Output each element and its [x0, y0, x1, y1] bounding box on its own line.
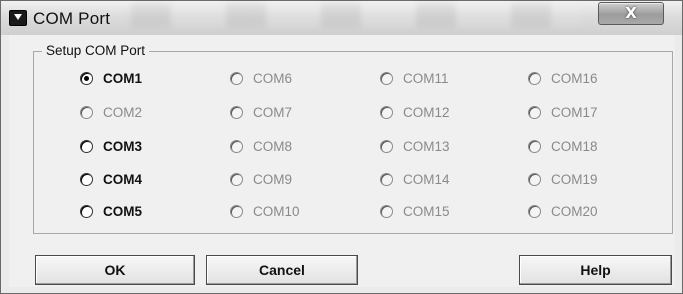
radio-com11[interactable]: COM11 — [380, 68, 449, 88]
radio-label: COM7 — [253, 104, 293, 120]
radio-indicator — [528, 172, 541, 186]
radio-label: COM13 — [403, 138, 450, 154]
radio-com17[interactable]: COM17 — [528, 102, 598, 122]
radio-com2[interactable]: COM2 — [80, 102, 142, 122]
radio-indicator — [380, 172, 393, 186]
radio-indicator — [230, 105, 243, 119]
radio-com10[interactable]: COM10 — [230, 201, 300, 221]
radio-label: COM10 — [253, 203, 300, 219]
radio-indicator — [230, 204, 243, 218]
radio-com9[interactable]: COM9 — [230, 169, 292, 189]
radio-label: COM20 — [551, 203, 598, 219]
radio-label: COM18 — [551, 138, 598, 154]
radio-label: COM9 — [253, 171, 293, 187]
radio-indicator — [230, 172, 243, 186]
radio-indicator — [528, 71, 541, 85]
radio-com7[interactable]: COM7 — [230, 102, 292, 122]
window-title: COM Port — [33, 9, 111, 28]
cancel-button[interactable]: Cancel — [206, 255, 358, 285]
radio-label: COM2 — [103, 104, 143, 120]
radio-indicator — [80, 139, 93, 153]
radio-com5[interactable]: COM5 — [80, 201, 142, 221]
radio-indicator — [380, 204, 393, 218]
radio-label: COM15 — [403, 203, 450, 219]
group-label: Setup COM Port — [42, 43, 150, 58]
dialog-body: Setup COM Port COM1 COM2 COM3 COM4 COM5 … — [9, 35, 675, 287]
radio-com4[interactable]: COM4 — [80, 169, 142, 189]
radio-indicator — [80, 204, 93, 218]
radio-indicator — [230, 139, 243, 153]
radio-indicator — [380, 71, 393, 85]
radio-com19[interactable]: COM19 — [528, 169, 598, 189]
com-port-dialog: COM Port X Setup COM Port COM1 COM2 COM3… — [0, 0, 683, 294]
radio-indicator — [230, 71, 243, 85]
radio-label: COM14 — [403, 171, 450, 187]
radio-com14[interactable]: COM14 — [380, 169, 450, 189]
radio-label: COM6 — [253, 70, 293, 86]
radio-com3[interactable]: COM3 — [80, 136, 142, 156]
radio-com20[interactable]: COM20 — [528, 201, 598, 221]
radio-com13[interactable]: COM13 — [380, 136, 450, 156]
radio-label: COM1 — [103, 70, 143, 86]
radio-com15[interactable]: COM15 — [380, 201, 450, 221]
radio-indicator — [80, 172, 93, 186]
radio-indicator — [380, 139, 393, 153]
radio-com1[interactable]: COM1 — [80, 68, 142, 88]
radio-indicator — [380, 105, 393, 119]
radio-label: COM17 — [551, 104, 598, 120]
radio-indicator — [80, 105, 93, 119]
help-button[interactable]: Help — [519, 255, 672, 285]
radio-label: COM5 — [103, 203, 143, 219]
radio-com6[interactable]: COM6 — [230, 68, 292, 88]
radio-indicator — [80, 71, 93, 85]
radio-indicator — [528, 139, 541, 153]
radio-label: COM4 — [103, 171, 143, 187]
setup-com-port-group: Setup COM Port COM1 COM2 COM3 COM4 COM5 … — [33, 43, 673, 234]
radio-com8[interactable]: COM8 — [230, 136, 292, 156]
radio-com16[interactable]: COM16 — [528, 68, 598, 88]
radio-label: COM12 — [403, 104, 450, 120]
title-bar[interactable]: COM Port X — [1, 1, 682, 35]
radio-label: COM8 — [253, 138, 293, 154]
radio-com18[interactable]: COM18 — [528, 136, 598, 156]
radio-indicator — [528, 105, 541, 119]
ok-button[interactable]: OK — [35, 255, 195, 285]
close-button[interactable]: X — [598, 2, 664, 25]
radio-com12[interactable]: COM12 — [380, 102, 450, 122]
radio-indicator — [528, 204, 541, 218]
app-icon[interactable] — [9, 10, 27, 26]
radio-label: COM3 — [103, 138, 143, 154]
radio-label: COM19 — [551, 171, 598, 187]
radio-label: COM16 — [551, 70, 598, 86]
radio-label: COM11 — [403, 70, 449, 86]
